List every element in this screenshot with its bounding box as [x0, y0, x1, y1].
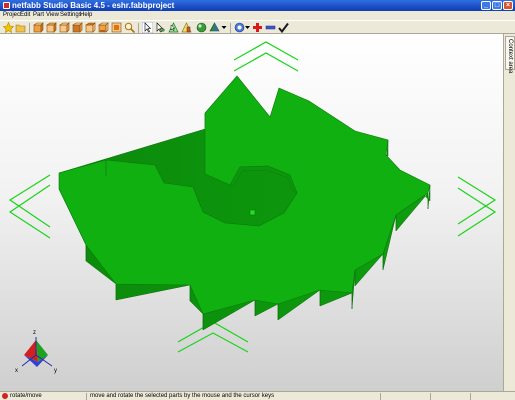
menu-part[interactable]: Part	[33, 12, 44, 18]
app-icon	[3, 2, 10, 9]
side-panel: Context area	[503, 34, 515, 391]
zoom-fit-icon[interactable]	[111, 22, 122, 33]
view-front-icon[interactable]	[33, 22, 44, 33]
status-bar: rotate/move move and rotate the selected…	[0, 391, 515, 400]
scene-canvas: z x y	[8, 41, 497, 374]
context-area-tab[interactable]: Context area	[505, 36, 515, 74]
view-back-icon[interactable]	[46, 22, 57, 33]
move-cursor-icon[interactable]	[155, 22, 166, 33]
status-separator	[86, 393, 87, 400]
view-top-icon[interactable]	[85, 22, 96, 33]
axis-x-label: x	[15, 368, 18, 374]
repair-icon[interactable]	[234, 22, 245, 33]
apply-check-icon[interactable]	[278, 22, 289, 33]
status-separator	[430, 393, 431, 400]
paint-icon[interactable]	[181, 22, 192, 33]
chevron-down-icon[interactable]	[245, 22, 250, 33]
menu-help[interactable]: Help	[80, 12, 92, 18]
title-bar: netfabb Studio Basic 4.5 - eshr.fabbproj…	[0, 0, 515, 11]
status-mode: rotate/move	[10, 393, 42, 399]
toolbar-separator	[230, 23, 231, 33]
menu-project[interactable]: Project	[3, 12, 22, 18]
add-icon[interactable]	[252, 22, 263, 33]
status-indicator-icon	[2, 393, 8, 399]
chevron-down-icon[interactable]	[221, 22, 227, 33]
select-arrow-icon[interactable]	[142, 22, 153, 33]
view-bottom-icon[interactable]	[98, 22, 109, 33]
axis-y-label: y	[54, 368, 57, 374]
view-right-icon[interactable]	[72, 22, 83, 33]
zoom-icon[interactable]	[124, 22, 135, 33]
menu-bar: Project Edit Part View Settings Help	[0, 11, 515, 20]
3d-viewport[interactable]: z x y	[0, 34, 503, 391]
sphere-render-icon[interactable]	[196, 22, 207, 33]
axis-gizmo: z x y	[15, 330, 57, 374]
menu-edit[interactable]: Edit	[20, 12, 30, 18]
close-button[interactable]: ×	[503, 1, 513, 10]
toolbar-separator	[138, 23, 139, 33]
status-separator	[470, 393, 471, 400]
view-left-icon[interactable]	[59, 22, 70, 33]
new-project-icon[interactable]	[3, 22, 14, 33]
toolbar	[0, 20, 515, 34]
gear-part	[58, 75, 431, 331]
remove-icon[interactable]	[265, 22, 276, 33]
center-marker	[249, 209, 256, 216]
maximize-button[interactable]: □	[492, 1, 502, 10]
context-area-tab-label: Context area	[507, 39, 513, 74]
status-separator	[380, 393, 381, 400]
select-triangle-icon[interactable]	[168, 22, 179, 33]
menu-settings[interactable]: Settings	[60, 12, 82, 18]
window-title: netfabb Studio Basic 4.5 - eshr.fabbproj…	[12, 1, 175, 10]
toolbar-separator	[29, 23, 30, 33]
axis-z-label: z	[33, 330, 36, 336]
status-hint: move and rotate the selected parts by th…	[90, 393, 275, 399]
menu-view[interactable]: View	[46, 12, 59, 18]
shading-icon[interactable]	[209, 22, 220, 33]
minimize-button[interactable]: _	[481, 1, 491, 10]
open-icon[interactable]	[15, 22, 26, 33]
